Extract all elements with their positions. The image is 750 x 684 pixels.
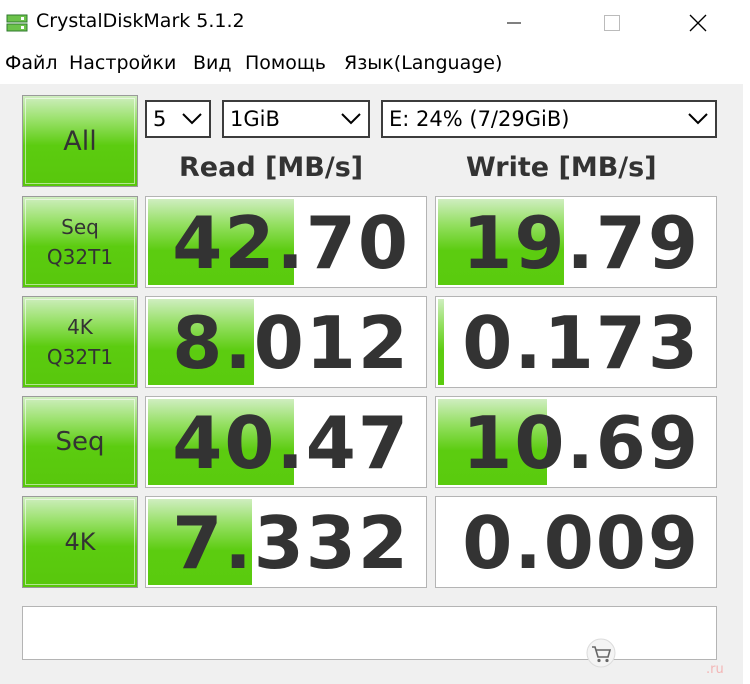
window-title: CrystalDiskMark 5.1.2	[36, 10, 245, 32]
disk-icon	[6, 14, 28, 32]
watermark-text: .ru	[706, 662, 724, 677]
menu-bar: Файл Настройки Вид Помощь Язык(Language)	[0, 46, 743, 84]
test-seq-q32t1-button[interactable]: Seq Q32T1	[22, 196, 138, 288]
test-size-value: 1GiB	[230, 107, 280, 131]
title-bar[interactable]: CrystalDiskMark 5.1.2	[0, 0, 743, 46]
drive-select[interactable]: E: 24% (7/29GiB)	[381, 100, 717, 138]
write-result-value: 19.79	[462, 201, 700, 285]
test-count-value: 5	[153, 107, 167, 131]
minimize-icon	[507, 22, 521, 24]
write-column-header: Write [MB/s]	[466, 152, 657, 183]
menu-language[interactable]: Язык(Language)	[344, 52, 502, 74]
background-strip	[743, 0, 750, 684]
test-size-select[interactable]: 1GiB	[222, 100, 370, 138]
run-all-button[interactable]: All	[22, 95, 138, 187]
write-result-cell: 10.69	[435, 396, 717, 488]
test-label-line2: Q32T1	[46, 345, 114, 369]
test-label-line1: Seq	[61, 215, 99, 239]
read-result-cell: 40.47	[145, 396, 427, 488]
read-result-value: 7.332	[172, 501, 410, 585]
maximize-icon	[604, 15, 620, 31]
app-window: CrystalDiskMark 5.1.2 Файл Настройки Вид…	[0, 0, 743, 684]
test-label-line1: Seq	[55, 427, 105, 457]
test-seq-button[interactable]: Seq	[22, 396, 138, 488]
test-4k-button[interactable]: 4K	[22, 496, 138, 588]
drive-value: E: 24% (7/29GiB)	[389, 107, 570, 131]
menu-help[interactable]: Помощь	[245, 52, 326, 74]
write-result-cell: 0.173	[435, 296, 717, 388]
close-button[interactable]	[662, 0, 734, 46]
write-result-value: 0.173	[462, 301, 700, 385]
menu-view[interactable]: Вид	[193, 52, 232, 74]
read-result-value: 40.47	[172, 401, 410, 485]
test-count-select[interactable]: 5	[145, 100, 211, 138]
test-4k-q32t1-button[interactable]: 4K Q32T1	[22, 296, 138, 388]
menu-file[interactable]: Файл	[5, 52, 58, 74]
read-result-value: 8.012	[172, 301, 410, 385]
read-column-header: Read [MB/s]	[179, 152, 364, 183]
write-result-cell: 19.79	[435, 196, 717, 288]
test-label-line2: Q32T1	[46, 245, 114, 269]
write-result-bar	[438, 299, 444, 385]
read-result-cell: 8.012	[145, 296, 427, 388]
menu-settings[interactable]: Настройки	[69, 52, 176, 74]
read-result-value: 42.70	[172, 201, 410, 285]
run-all-label: All	[63, 125, 97, 157]
chevron-down-icon	[182, 113, 202, 125]
chevron-down-icon	[688, 113, 708, 125]
write-result-cell: 0.009	[435, 496, 717, 588]
minimize-button[interactable]	[478, 0, 550, 46]
read-result-cell: 7.332	[145, 496, 427, 588]
write-result-value: 10.69	[462, 401, 700, 485]
write-result-value: 0.009	[462, 501, 700, 585]
test-label-line1: 4K	[64, 528, 96, 556]
maximize-button[interactable]	[576, 0, 648, 46]
read-result-cell: 42.70	[145, 196, 427, 288]
chevron-down-icon	[341, 113, 361, 125]
close-icon	[689, 14, 707, 32]
cart-icon	[586, 638, 616, 668]
test-label-line1: 4K	[67, 315, 93, 339]
